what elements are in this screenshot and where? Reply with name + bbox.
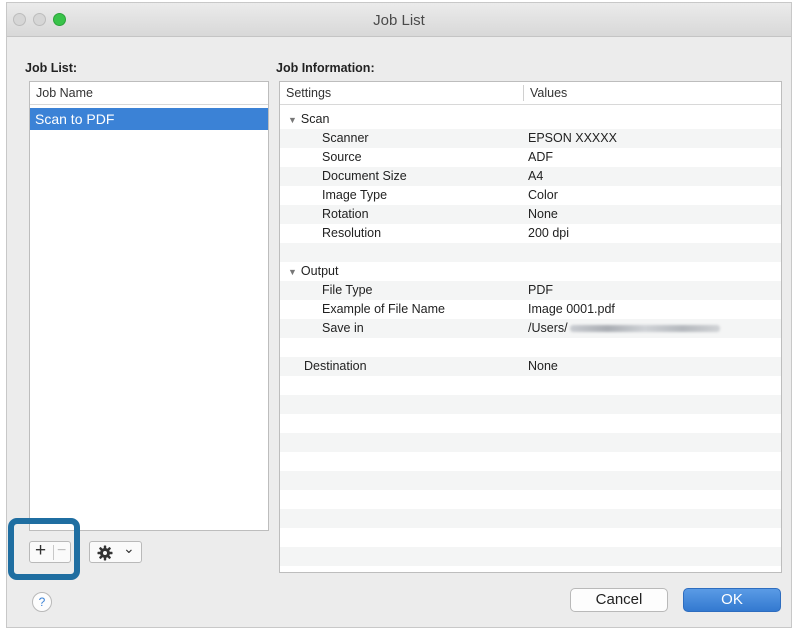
job-item-label: Scan to PDF	[35, 111, 115, 127]
setting-value: 200 dpi	[528, 226, 570, 240]
gear-icon	[97, 545, 113, 561]
destination-row[interactable]: Destination None	[280, 357, 781, 376]
values-column-header[interactable]: Values	[530, 86, 567, 100]
destination-value: None	[528, 359, 558, 373]
title-bar: Job List	[7, 3, 791, 37]
empty-row	[280, 243, 781, 262]
empty-row	[280, 433, 781, 452]
job-list-item-scan-to-pdf[interactable]: Scan to PDF	[30, 108, 268, 130]
setting-value: A4	[528, 169, 544, 183]
empty-row	[280, 395, 781, 414]
setting-key: Rotation	[322, 207, 369, 221]
setting-key: Document Size	[322, 169, 407, 183]
empty-row	[280, 452, 781, 471]
setting-value: PDF	[528, 283, 553, 297]
ok-label: OK	[721, 591, 743, 608]
empty-row	[280, 471, 781, 490]
table-row[interactable]: Example of File Name Image 0001.pdf	[280, 300, 781, 319]
table-row[interactable]: Document Size A4	[280, 167, 781, 186]
setting-value: None	[528, 207, 558, 221]
job-name-header-label: Job Name	[36, 86, 93, 100]
ok-button[interactable]: OK	[683, 588, 781, 612]
column-divider	[523, 85, 524, 101]
highlight-callout-box	[8, 518, 80, 580]
table-row[interactable]: Image Type Color	[280, 186, 781, 205]
scan-group-row[interactable]: ▼ Scan	[280, 110, 781, 129]
setting-key: Source	[322, 150, 362, 164]
table-row[interactable]: File Type PDF	[280, 281, 781, 300]
table-row[interactable]: Save in /Users/	[280, 319, 781, 338]
job-list-window: Job List Job List: Job Information: Job …	[6, 2, 792, 628]
help-label: ?	[38, 595, 46, 609]
scan-group-label: Scan	[300, 112, 330, 126]
empty-row	[280, 528, 781, 547]
setting-value: /Users/	[528, 321, 568, 335]
setting-value: Color	[528, 188, 558, 202]
table-row[interactable]: Resolution 200 dpi	[280, 224, 781, 243]
setting-key: Save in	[322, 321, 364, 335]
info-table-header: Settings Values	[280, 82, 781, 105]
disclosure-triangle-icon[interactable]: ▼	[288, 115, 297, 125]
disclosure-triangle-icon[interactable]: ▼	[288, 267, 297, 277]
job-information-table[interactable]: Settings Values ▼ Scan Scanner EPSON XXXX…	[279, 81, 782, 573]
redacted-path-blur	[569, 325, 720, 333]
empty-row	[280, 338, 781, 357]
destination-key: Destination	[304, 359, 367, 373]
output-group-row[interactable]: ▼ Output	[280, 262, 781, 281]
empty-row	[280, 414, 781, 433]
action-menu-button[interactable]: ⌄	[89, 540, 142, 563]
setting-key: File Type	[322, 283, 373, 297]
empty-row	[280, 376, 781, 395]
cancel-label: Cancel	[595, 591, 643, 608]
job-name-column-header[interactable]: Job Name	[30, 82, 268, 105]
window-title: Job List	[373, 12, 425, 29]
setting-key: Image Type	[322, 188, 388, 202]
setting-value: EPSON XXXXX	[528, 131, 617, 145]
settings-column-header[interactable]: Settings	[286, 86, 331, 100]
table-row[interactable]: Rotation None	[280, 205, 781, 224]
job-list-label: Job List:	[25, 61, 78, 75]
output-group-label: Output	[300, 264, 339, 278]
setting-key: Example of File Name	[322, 302, 445, 316]
empty-row	[280, 547, 781, 566]
setting-value: Image 0001.pdf	[528, 302, 615, 316]
chevron-down-icon: ⌄	[123, 540, 135, 556]
empty-row	[280, 509, 781, 528]
empty-row	[280, 490, 781, 509]
help-button[interactable]: ?	[32, 592, 52, 612]
cancel-button[interactable]: Cancel	[570, 588, 668, 612]
setting-value: ADF	[528, 150, 553, 164]
setting-key: Scanner	[322, 131, 369, 145]
table-row[interactable]: Source ADF	[280, 148, 781, 167]
job-information-label: Job Information:	[276, 61, 375, 75]
setting-key: Resolution	[322, 226, 382, 240]
table-row[interactable]: Scanner EPSON XXXXX	[280, 129, 781, 148]
job-list-table[interactable]: Job Name Scan to PDF	[29, 81, 269, 531]
